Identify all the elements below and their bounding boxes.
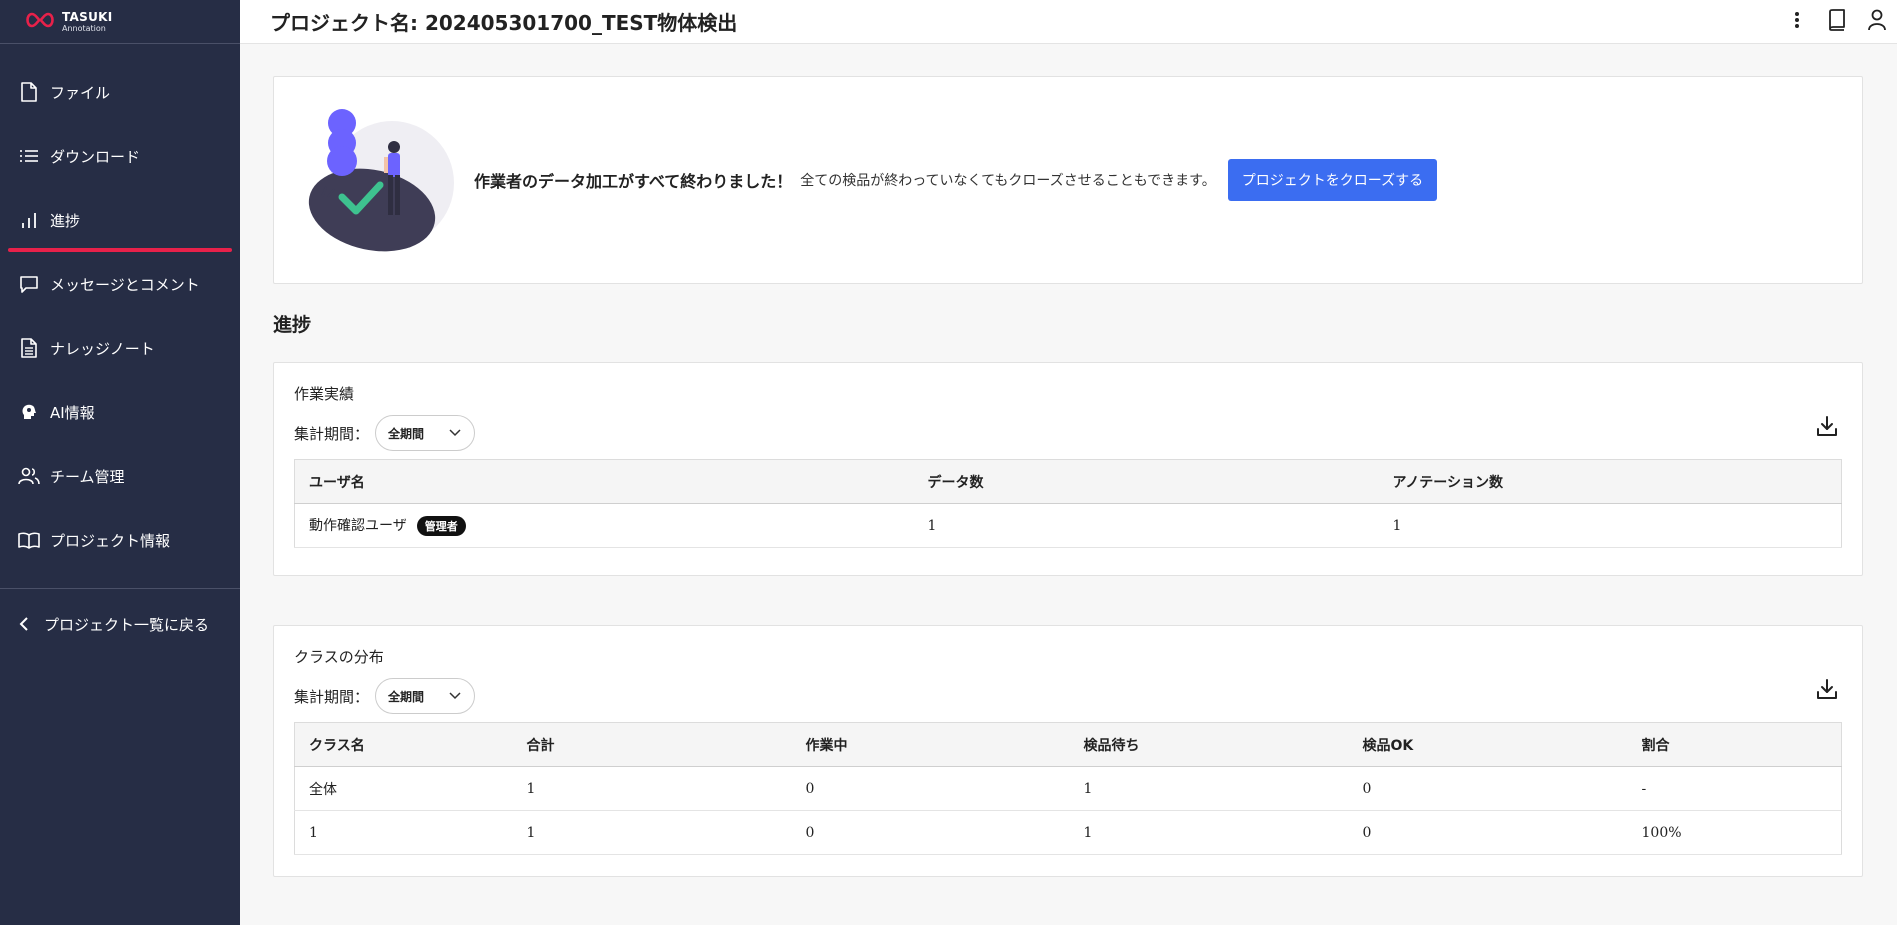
more-menu-button[interactable] — [1777, 0, 1817, 44]
chevron-down-icon — [448, 425, 462, 442]
banner-subtext: 全ての検品が終わっていなくてもクローズさせることもできます。 — [800, 173, 1216, 189]
sidebar-item-label: プロジェクト情報 — [50, 531, 171, 550]
column-header[interactable]: 作業中 — [791, 722, 1070, 767]
back-to-projects-link[interactable]: プロジェクト一覧に戻る — [0, 589, 240, 659]
sidebar-item-file[interactable]: ファイル — [0, 60, 240, 124]
table-row: 全体 1 0 1 0 - — [294, 766, 1842, 811]
user-cell: 動作確認ユーザ 管理者 — [294, 503, 914, 548]
work-results-title: 作業実績 — [294, 385, 355, 403]
ratio-cell: 100% — [1627, 810, 1842, 855]
page-title: プロジェクト名: 202405301700_TEST物体検出 — [270, 11, 738, 35]
document-icon — [18, 337, 40, 359]
column-header[interactable]: 検品OK — [1348, 722, 1628, 767]
top-header: プロジェクト名: 202405301700_TEST物体検出 — [240, 0, 1897, 44]
period-label: 集計期間： — [294, 424, 370, 443]
period-select-value: 全期間 — [388, 426, 425, 441]
chevron-down-icon — [448, 688, 462, 705]
sidebar-nav: ファイル ダウンロード 進捗 メッセージとコメント ナレッジノート AI情報 チ… — [0, 44, 240, 572]
table-row: 動作確認ユーザ 管理者 1 1 — [294, 503, 1842, 548]
column-header[interactable]: アノテーション数 — [1378, 459, 1842, 504]
completion-illustration — [304, 105, 454, 255]
sidebar-item-label: AI情報 — [50, 403, 95, 422]
sidebar-item-label: ナレッジノート — [50, 339, 155, 358]
message-icon — [18, 273, 40, 295]
period-select[interactable]: 全期間 — [375, 415, 476, 451]
sidebar-item-knowledge-note[interactable]: ナレッジノート — [0, 316, 240, 380]
banner-message: 作業者のデータ加工がすべて終わりました！ — [474, 172, 793, 191]
inspection-ok-cell: 0 — [1348, 766, 1628, 811]
work-results-table: ユーザ名 データ数 アノテーション数 動作確認ユーザ 管理者 1 1 — [294, 459, 1842, 548]
ai-head-icon — [18, 401, 40, 423]
class-distribution-period: 集計期間： 全期間 — [294, 678, 476, 714]
column-header[interactable]: 割合 — [1627, 722, 1842, 767]
main-content: 作業者のデータ加工がすべて終わりました！ 全ての検品が終わっていなくてもクローズ… — [240, 44, 1897, 925]
sidebar-item-label: メッセージとコメント — [50, 275, 200, 294]
sidebar-item-progress[interactable]: 進捗 — [0, 188, 240, 252]
sidebar-item-ai-info[interactable]: AI情報 — [0, 380, 240, 444]
sidebar-item-project-info[interactable]: プロジェクト情報 — [0, 508, 240, 572]
user-name: 動作確認ユーザ — [309, 518, 407, 534]
column-header[interactable]: データ数 — [913, 459, 1379, 504]
column-header[interactable]: 検品待ち — [1069, 722, 1349, 767]
class-distribution-title: クラスの分布 — [294, 648, 384, 666]
tasuki-logo-icon — [24, 10, 56, 34]
table-header-row: ユーザ名 データ数 アノテーション数 — [294, 459, 1842, 504]
logo-main-text: TASUKI — [62, 9, 113, 24]
period-select[interactable]: 全期間 — [375, 678, 476, 714]
logo-sub-text: Annotation — [62, 23, 106, 33]
table-row: 1 1 0 1 0 100% — [294, 810, 1842, 855]
pending-inspection-cell: 1 — [1069, 766, 1349, 811]
period-label: 集計期間： — [294, 687, 370, 706]
close-project-button[interactable]: プロジェクトをクローズする — [1227, 159, 1438, 201]
table-header-row: クラス名 合計 作業中 検品待ち 検品OK 割合 — [294, 722, 1842, 767]
inspection-ok-cell: 0 — [1348, 810, 1628, 855]
class-distribution-card: クラスの分布 集計期間： 全期間 クラス名 合計 作業中 検品待ち 検品OK 割… — [273, 625, 1863, 877]
sidebar-item-label: ダウンロード — [50, 147, 141, 166]
user-icon — [1867, 9, 1887, 35]
ratio-cell: - — [1627, 766, 1842, 811]
download-work-results-button[interactable] — [1812, 413, 1842, 443]
sidebar-item-label: 進捗 — [50, 211, 81, 230]
total-cell: 1 — [512, 810, 792, 855]
sidebar-item-messages[interactable]: メッセージとコメント — [0, 252, 240, 316]
class-distribution-table: クラス名 合計 作業中 検品待ち 検品OK 割合 全体 1 0 1 0 - 1 … — [294, 722, 1842, 855]
column-header[interactable]: 合計 — [512, 722, 792, 767]
manual-button[interactable] — [1817, 0, 1857, 44]
completion-banner: 作業者のデータ加工がすべて終わりました！ 全ての検品が終わっていなくてもクローズ… — [273, 76, 1863, 284]
team-icon — [18, 465, 40, 487]
download-icon — [1815, 414, 1839, 442]
pending-inspection-cell: 1 — [1069, 810, 1349, 855]
user-menu-button[interactable] — [1857, 0, 1897, 44]
total-cell: 1 — [512, 766, 792, 811]
sidebar-item-label: ファイル — [50, 83, 111, 102]
role-badge: 管理者 — [416, 516, 466, 536]
sidebar-item-team[interactable]: チーム管理 — [0, 444, 240, 508]
book-open-icon — [18, 529, 40, 551]
in-progress-cell: 0 — [791, 810, 1070, 855]
in-progress-cell: 0 — [791, 766, 1070, 811]
column-header[interactable]: ユーザ名 — [294, 459, 914, 504]
chevron-left-icon — [14, 616, 34, 632]
sidebar: TASUKI Annotation ファイル ダウンロード 進捗 メッセージとコ… — [0, 0, 240, 925]
class-name-cell: 全体 — [294, 766, 513, 811]
back-link-label: プロジェクト一覧に戻る — [44, 615, 210, 634]
column-header[interactable]: クラス名 — [294, 722, 513, 767]
data-count-cell: 1 — [913, 503, 1379, 548]
download-class-distribution-button[interactable] — [1812, 676, 1842, 706]
annotation-count-cell: 1 — [1378, 503, 1842, 548]
book-icon — [1828, 9, 1846, 35]
sidebar-item-label: チーム管理 — [50, 467, 125, 486]
sidebar-item-download[interactable]: ダウンロード — [0, 124, 240, 188]
file-icon — [18, 81, 40, 103]
work-results-period: 集計期間： 全期間 — [294, 415, 476, 451]
list-icon — [18, 145, 40, 167]
work-results-card: 作業実績 集計期間： 全期間 ユーザ名 データ数 アノテーション数 動作確認ユー… — [273, 362, 1863, 576]
more-vertical-icon — [1794, 11, 1800, 33]
class-name-cell: 1 — [294, 810, 513, 855]
bar-chart-icon — [18, 209, 40, 231]
period-select-value: 全期間 — [388, 689, 425, 704]
download-icon — [1815, 677, 1839, 705]
section-title-progress: 進捗 — [273, 314, 312, 336]
app-logo[interactable]: TASUKI Annotation — [0, 0, 240, 44]
